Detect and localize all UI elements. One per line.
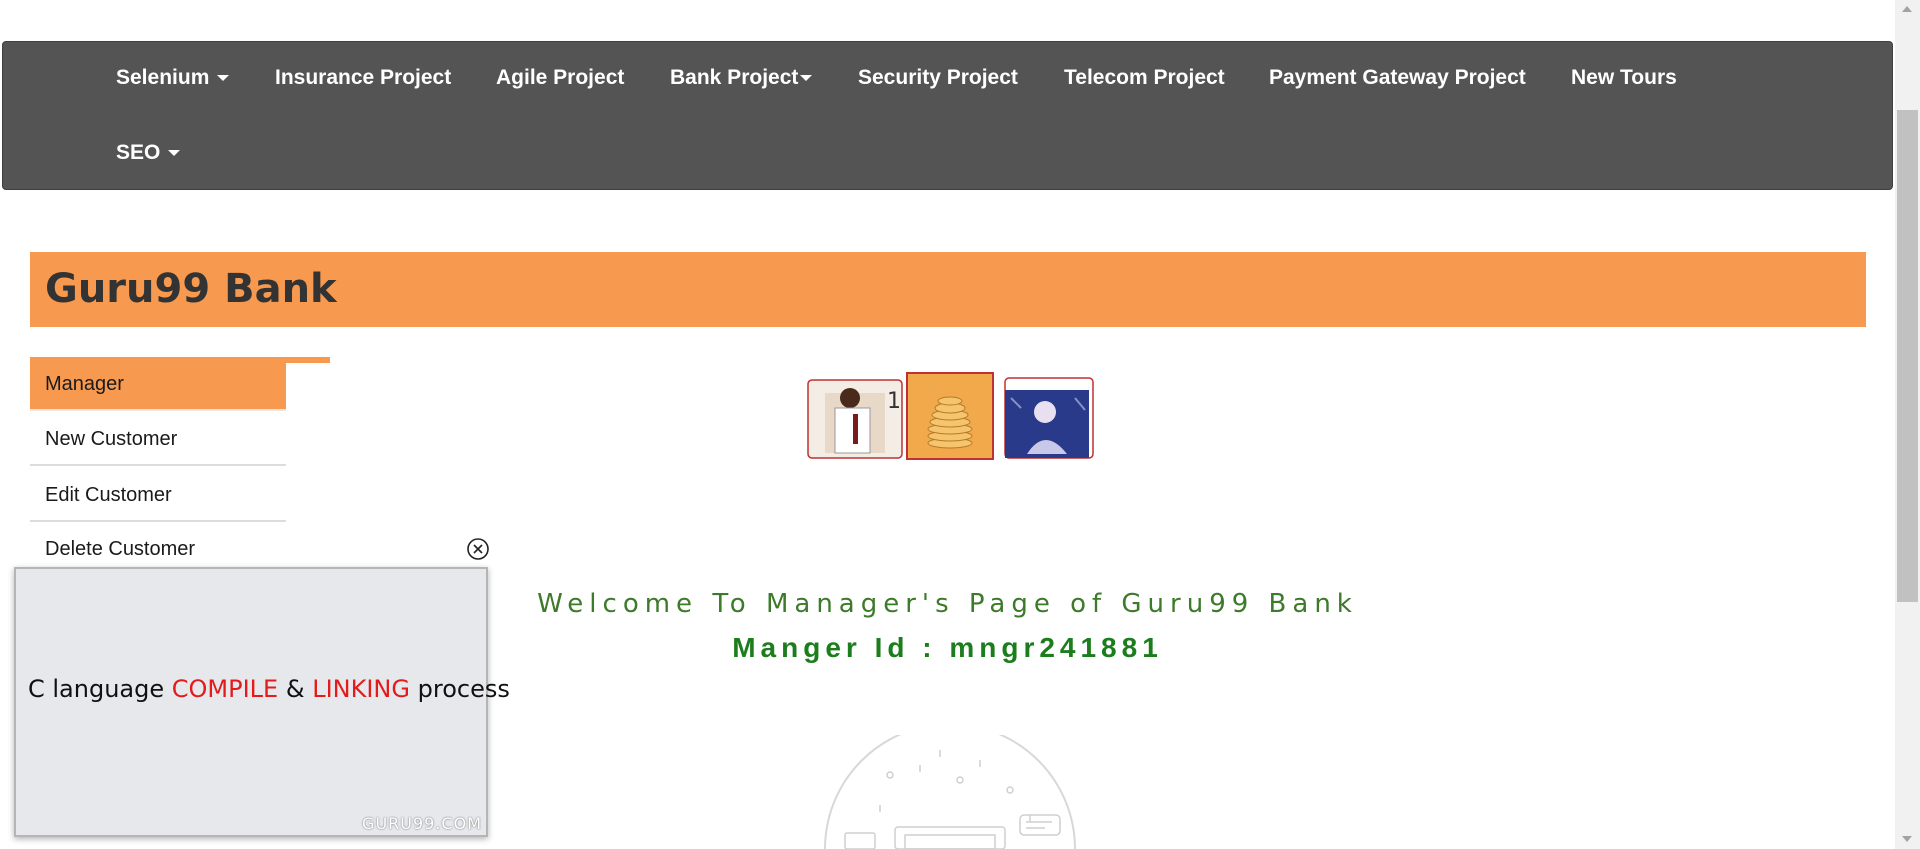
nav-bank-project-label: Bank Project <box>670 66 799 89</box>
scroll-up-icon[interactable] <box>1902 6 1912 12</box>
nav-selenium[interactable]: Selenium <box>116 64 230 92</box>
chevron-down-icon <box>217 75 230 82</box>
scroll-down-icon[interactable] <box>1902 836 1912 842</box>
brand-title: Guru99 Bank <box>45 266 337 312</box>
top-navbar: Selenium Insurance Project Agile Project… <box>2 41 1893 190</box>
nav-security-project[interactable]: Security Project <box>858 64 1018 92</box>
nav-selenium-label: Selenium <box>116 66 210 89</box>
scrollbar-thumb[interactable] <box>1897 110 1918 602</box>
menu-item-manager[interactable]: Manager <box>30 363 286 411</box>
close-icon[interactable] <box>466 537 490 561</box>
ad-text-part: C language <box>28 675 172 703</box>
bank-banner-image: 1 <box>807 372 1094 460</box>
nav-seo-label: SEO <box>116 141 161 164</box>
svg-text:1: 1 <box>887 389 901 414</box>
welcome-message: Welcome To Manager's Page of Guru99 Bank <box>537 589 1358 619</box>
nav-new-tours[interactable]: New Tours <box>1571 64 1677 92</box>
nav-seo[interactable]: SEO <box>116 139 181 167</box>
vertical-scrollbar[interactable] <box>1895 0 1920 849</box>
ad-text-part: process <box>409 675 510 703</box>
brand-header: Guru99 Bank <box>30 252 1866 327</box>
ad-text-highlight: LINKING <box>312 675 410 703</box>
page: Selenium Insurance Project Agile Project… <box>0 0 1920 849</box>
video-ad[interactable]: C language COMPILE & LINKING process GUR… <box>14 567 510 837</box>
manager-id-label: Manger Id : mngr241881 <box>732 632 1163 663</box>
nav-telecom-project[interactable]: Telecom Project <box>1064 64 1225 92</box>
ad-text-highlight: COMPILE <box>171 675 279 703</box>
menu-item-new-customer[interactable]: New Customer <box>30 412 286 466</box>
footer-illustration <box>824 735 1076 849</box>
nav-bank-project[interactable]: Bank Project <box>670 64 813 92</box>
chevron-down-icon <box>800 75 813 82</box>
nav-agile-project[interactable]: Agile Project <box>496 64 624 92</box>
nav-insurance-project[interactable]: Insurance Project <box>275 64 451 92</box>
ad-watermark: GURU99.COM <box>362 814 482 833</box>
ad-title: C language COMPILE & LINKING process <box>28 675 510 703</box>
ad-text-part: & <box>278 675 313 703</box>
nav-payment-gateway-project[interactable]: Payment Gateway Project <box>1269 64 1526 92</box>
menu-item-edit-customer[interactable]: Edit Customer <box>30 468 286 522</box>
chevron-down-icon <box>168 150 181 157</box>
